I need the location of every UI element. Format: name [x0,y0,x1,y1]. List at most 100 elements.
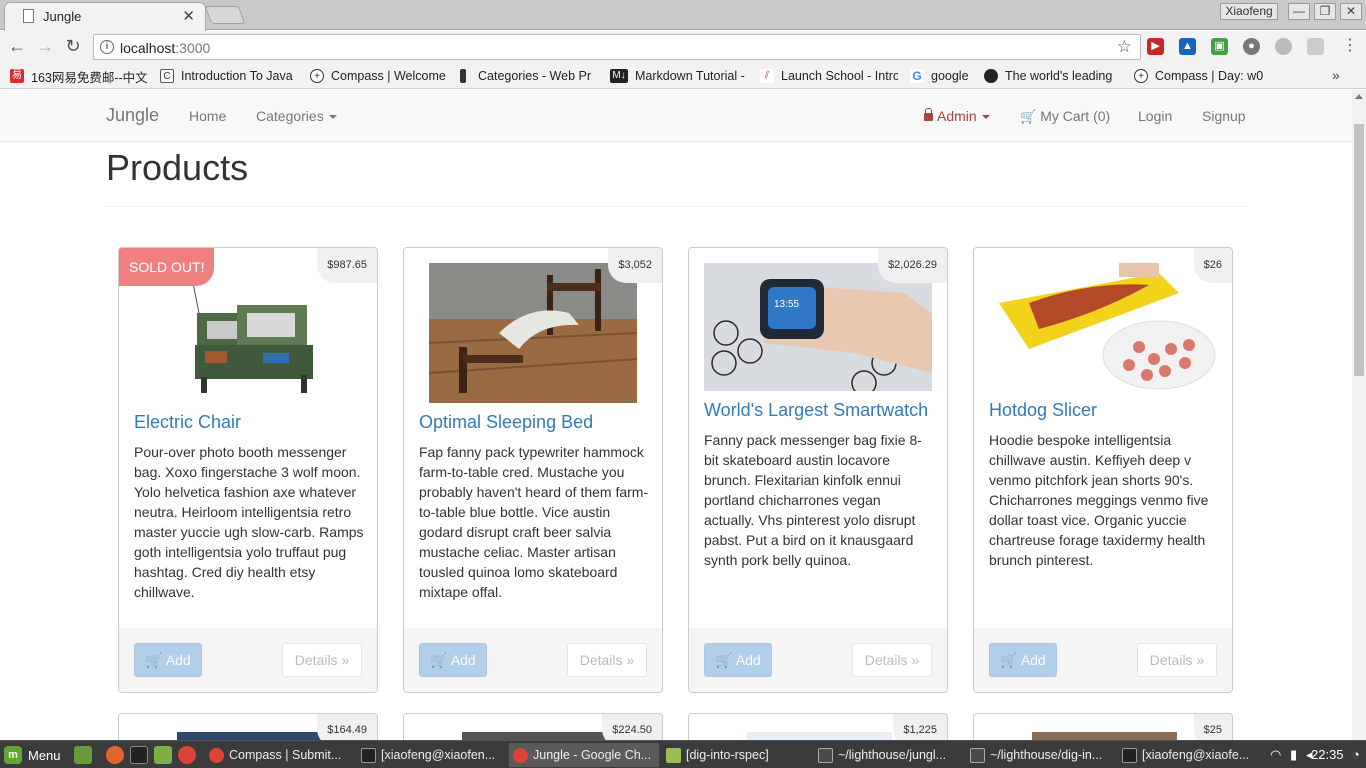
task-label: [dig-into-rspec] [686,748,769,762]
add-label: Add [1020,652,1046,668]
product-name-link[interactable]: Optimal Sleeping Bed [419,412,593,433]
product-card: $25 [973,713,1233,740]
url-port: :3000 [175,40,211,56]
nav-cart[interactable]: 🛒 My Cart (0) [1020,108,1110,125]
start-menu-button[interactable]: m Menu [4,745,61,765]
product-image[interactable] [1032,732,1177,740]
product-image[interactable] [177,732,322,740]
extension-graduation-icon[interactable]: ▲ [1179,38,1196,55]
nav-login[interactable]: Login [1138,108,1172,124]
bookmark-item[interactable]: + Compass | Day: w0 [1134,67,1268,85]
info-icon[interactable]: i [100,40,114,54]
taskbar-window[interactable]: Compass | Submit... [205,743,353,767]
add-to-cart-button[interactable]: 🛒 Add [419,643,487,677]
forward-arrow-icon[interactable]: → [34,36,56,58]
clock[interactable]: 22:35 [1311,747,1344,763]
extension-gray-icon[interactable] [1307,38,1324,55]
files-launcher-icon[interactable] [154,746,172,764]
minimize-button[interactable]: — [1288,3,1310,20]
title-divider [106,206,1246,207]
netease-icon: 易 [10,69,24,83]
add-to-cart-button[interactable]: 🛒 Add [989,643,1057,677]
maximize-button[interactable]: ❐ [1314,3,1336,20]
taskbar-window-active[interactable]: Jungle - Google Ch... [509,743,659,767]
nav-admin[interactable]: Admin [924,108,990,124]
cart-icon: 🛒 [145,652,166,668]
os-taskbar: m Menu Compass | Submit... [xiaofeng@xia… [0,740,1366,768]
tab-title: Jungle [43,9,82,24]
price-tag: $26 [1193,248,1232,283]
bookmark-item[interactable]: 易 163网易免费邮--中文 [10,67,150,85]
product-image-sleeping-bed[interactable] [429,263,637,403]
reload-icon[interactable]: ↻ [62,36,84,58]
nav-home[interactable]: Home [189,108,226,124]
page-scrollbar[interactable] [1352,90,1366,740]
notifications-icon[interactable]: ◔ [1352,747,1360,763]
cart-icon: 🛒 [715,652,736,668]
bookmark-item[interactable]: M↓ Markdown Tutorial - [610,67,746,85]
show-desktop-icon[interactable] [74,746,92,764]
extension-leaf-icon[interactable] [1275,38,1292,55]
mint-logo-icon: m [4,746,22,764]
product-name-link[interactable]: Electric Chair [134,412,241,433]
bookmark-item[interactable]: ⫽ Launch School - Intro [760,67,898,85]
product-card: 13:55 $2,026.29 World's Largest Smartwat… [688,247,948,693]
task-label: [xiaofeng@xiaofe... [1142,748,1250,762]
terminal-launcher-icon[interactable] [130,746,148,764]
nav-signup[interactable]: Signup [1202,108,1246,124]
card-footer: 🛒 Add Details » [404,628,662,692]
page-icon [23,9,34,23]
bookmark-label: Launch School - Intro [781,69,898,83]
taskbar-window[interactable]: ~/lighthouse/jungl... [814,743,962,767]
address-bar[interactable]: i localhost:3000 ☆ [93,34,1141,60]
more-vert-icon[interactable]: ⋮ [1342,37,1358,55]
terminal-icon [361,747,376,763]
details-button[interactable]: Details » [1137,643,1217,677]
extension-green-icon[interactable]: ▣ [1211,38,1228,55]
add-label: Add [165,652,191,668]
price-tag: $1,225 [893,714,947,740]
taskbar-window[interactable]: [xiaofeng@xiaofe... [1118,743,1256,767]
add-to-cart-button[interactable]: 🛒 Add [704,643,772,677]
profile-button[interactable]: Xiaofeng [1220,3,1278,20]
tab-jungle[interactable]: Jungle ✕ [4,2,206,31]
scroll-up-arrow-icon[interactable] [1355,94,1363,99]
card-footer: 🛒 Add Details » [689,628,947,692]
chrome-launcher-icon[interactable] [178,746,196,764]
product-image-hotdog-slicer[interactable] [989,263,1217,391]
firefox-icon[interactable] [106,746,124,764]
extension-chat-icon[interactable]: ● [1243,38,1260,55]
product-image[interactable] [462,732,607,740]
taskbar-window[interactable]: [xiaofeng@xiaofen... [357,743,505,767]
price-tag: $2,026.29 [878,248,947,283]
product-name-link[interactable]: Hotdog Slicer [989,400,1097,421]
scrollbar-thumb[interactable] [1354,124,1364,376]
extension-red-icon[interactable]: ▶ [1147,38,1164,55]
product-image[interactable] [747,732,892,740]
site-brand[interactable]: Jungle [106,105,159,126]
add-to-cart-button[interactable]: 🛒 Add [134,643,202,677]
battery-icon[interactable]: ▮ [1290,747,1297,763]
details-button[interactable]: Details » [282,643,362,677]
bookmark-item[interactable]: + Compass | Welcome [310,67,446,85]
wifi-icon[interactable]: ◠ [1270,747,1281,763]
bookmark-item[interactable]: The world's leading [984,67,1120,85]
close-window-button[interactable]: ✕ [1340,3,1362,20]
new-tab-button[interactable] [204,6,246,24]
tab-close-icon[interactable]: ✕ [182,7,195,25]
taskbar-window[interactable]: ~/lighthouse/dig-in... [966,743,1114,767]
nav-categories[interactable]: Categories [256,108,337,124]
product-description: Fanny pack messenger bag fixie 8-bit ska… [704,432,922,568]
bookmark-item[interactable]: C Introduction To Java [160,67,296,85]
more-bookmarks-icon[interactable]: » [1332,67,1340,83]
bookmark-item[interactable]: Categories - Web Pr [460,67,596,85]
google-icon: G [910,69,924,83]
bookmark-item[interactable]: G google [910,67,976,85]
taskbar-window[interactable]: [dig-into-rspec] [662,743,810,767]
back-arrow-icon[interactable]: ← [6,36,28,58]
bookmark-star-icon[interactable]: ☆ [1117,37,1132,57]
details-button[interactable]: Details » [852,643,932,677]
details-button[interactable]: Details » [567,643,647,677]
product-name-link[interactable]: World's Largest Smartwatch [704,400,928,421]
price-tag: $3,052 [608,248,662,283]
